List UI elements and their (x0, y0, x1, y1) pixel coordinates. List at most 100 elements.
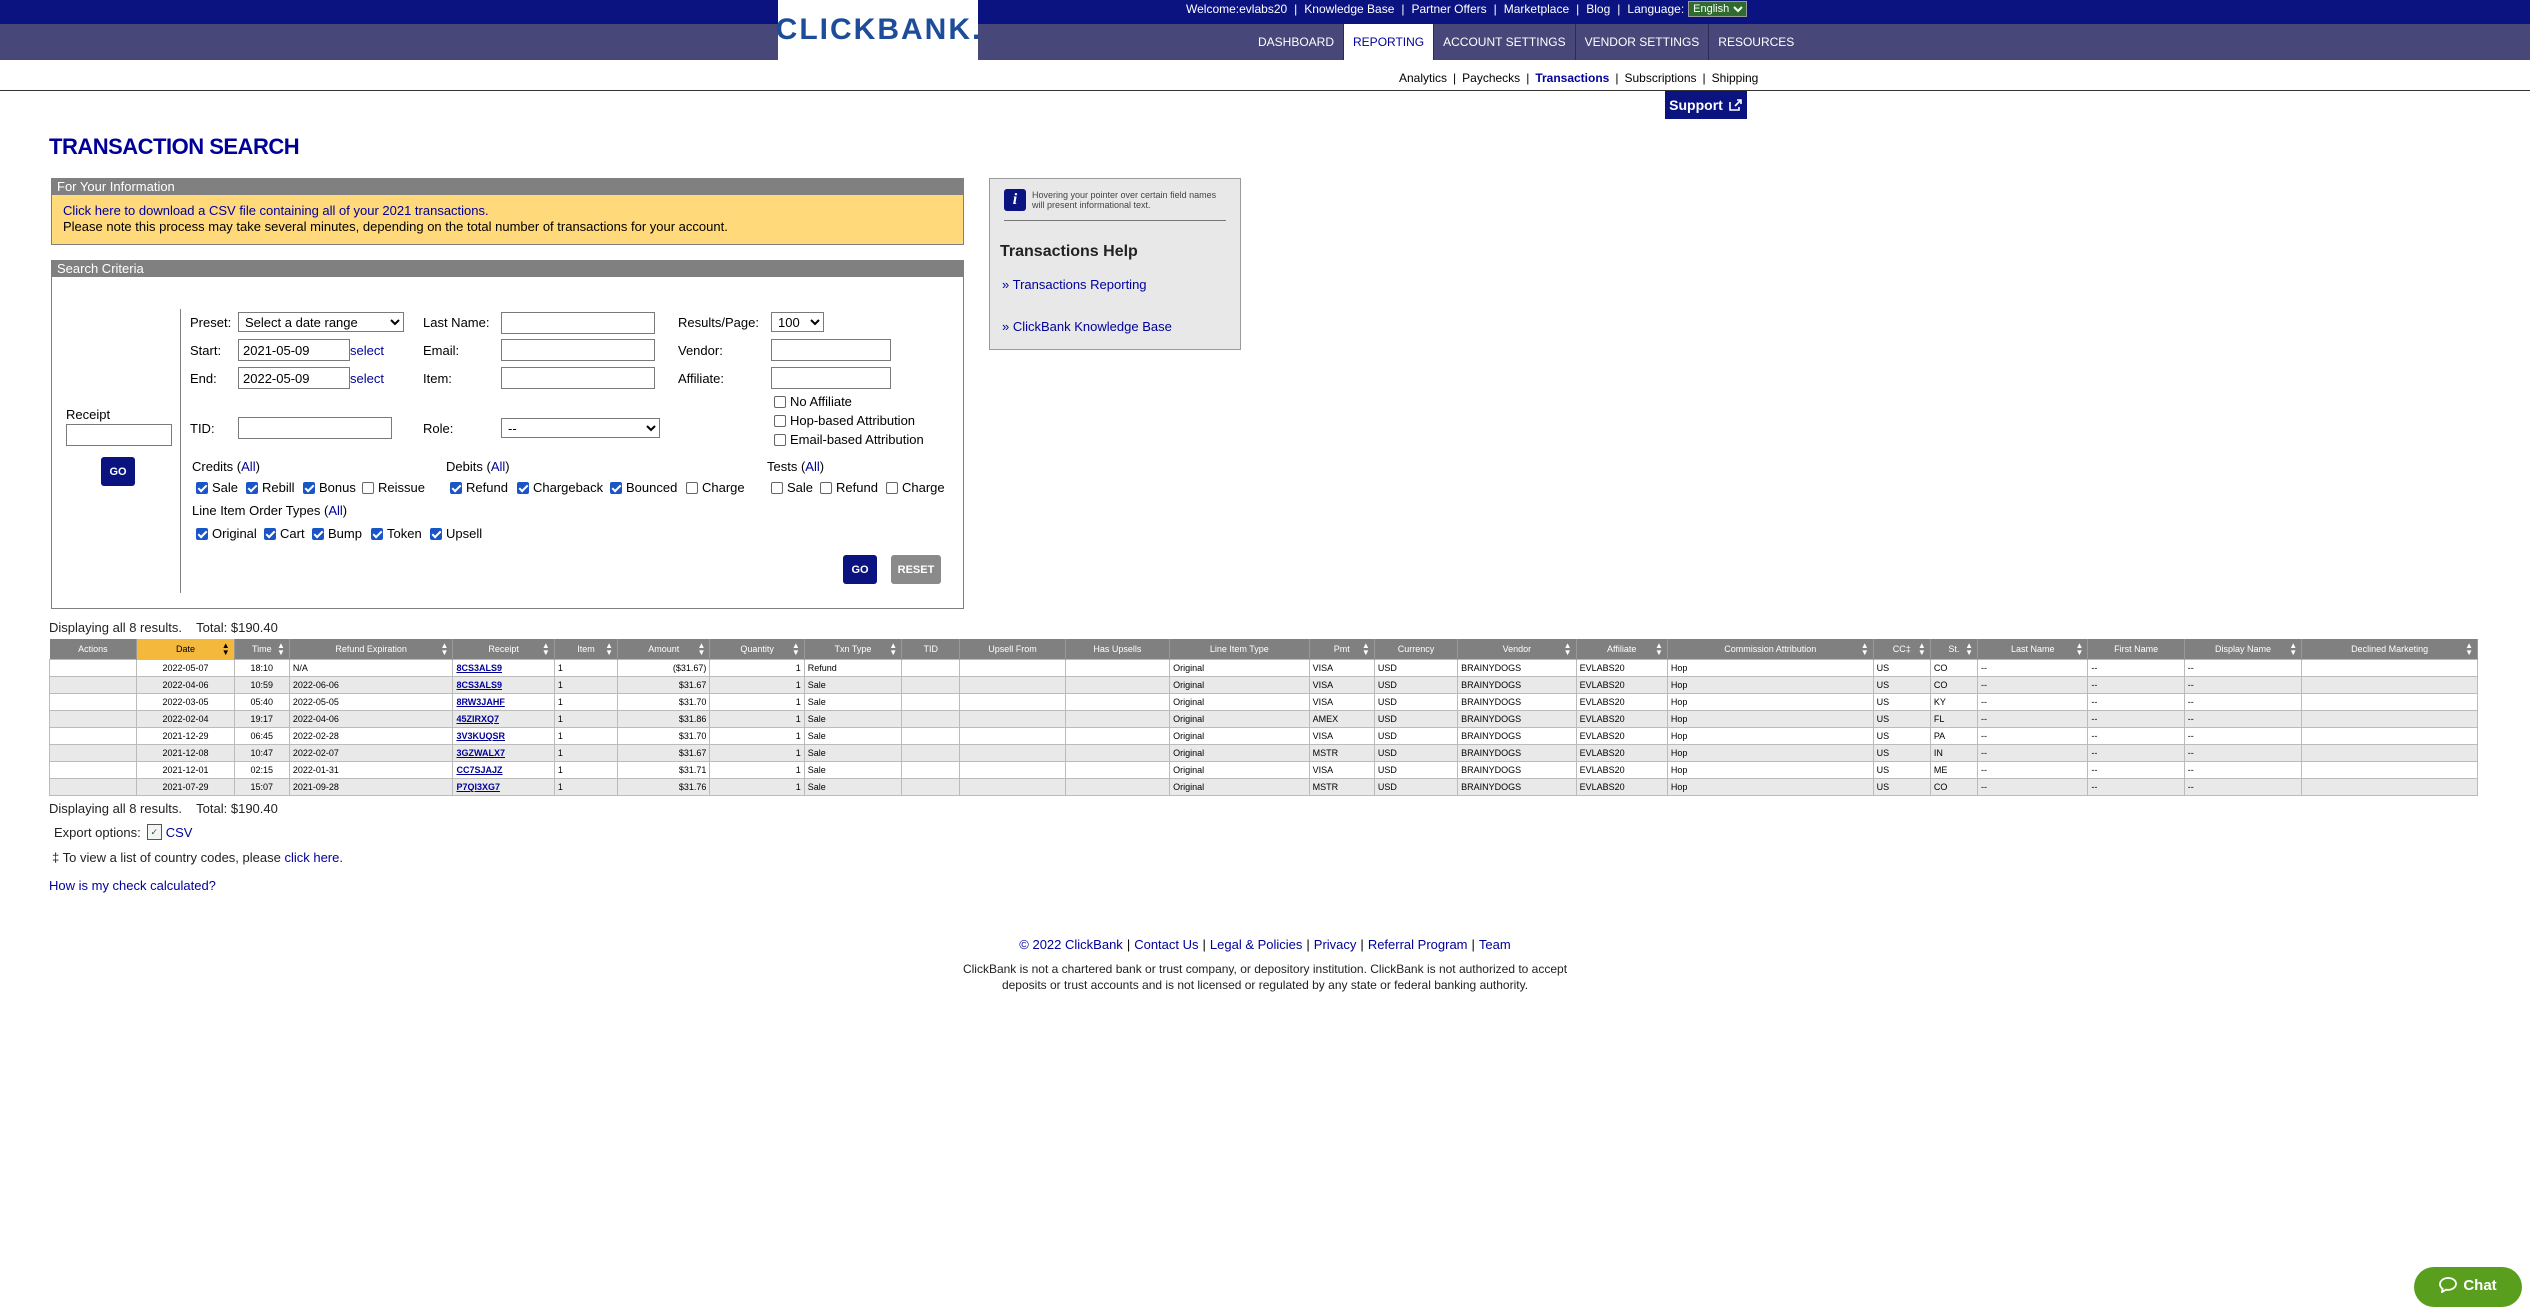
subnav-paychecks[interactable]: Paychecks (1462, 71, 1520, 85)
credit-bonus-checkbox[interactable]: Bonus (303, 480, 356, 495)
subnav-analytics[interactable]: Analytics (1399, 71, 1447, 85)
sort-arrows-icon[interactable]: ▲ ▼ (1362, 642, 1370, 657)
sort-arrows-icon[interactable]: ▲ ▼ (1918, 642, 1926, 657)
help-link-transactions-reporting-text[interactable]: Transactions Reporting (1013, 277, 1147, 292)
debit-refund-checkbox[interactable]: Refund (450, 480, 508, 495)
preset-select[interactable]: Select a date range (238, 312, 404, 332)
last-name-input[interactable] (501, 312, 655, 334)
subnav-transactions[interactable]: Transactions (1535, 71, 1609, 85)
spreadsheet-icon[interactable]: ✓ (146, 824, 162, 840)
column-header[interactable]: Display Name ▲ ▼ (2184, 639, 2303, 660)
chat-button[interactable]: Chat (2414, 1267, 2522, 1307)
sort-arrows-icon[interactable]: ▲ ▼ (441, 642, 449, 657)
column-header[interactable]: Commission Attribution ▲ ▼ (1667, 639, 1874, 660)
debit-bounced-checkbox[interactable]: Bounced (610, 480, 677, 495)
country-codes-link[interactable]: click here (284, 850, 339, 865)
email-attribution-checkbox[interactable]: Email-based Attribution (774, 432, 924, 447)
nav-vendor-settings[interactable]: VENDOR SETTINGS (1576, 24, 1710, 60)
receipt-input[interactable] (66, 424, 172, 446)
column-header[interactable]: Item ▲ ▼ (554, 639, 619, 660)
affiliate-input[interactable] (771, 367, 891, 389)
footer-privacy[interactable]: Privacy (1314, 937, 1357, 952)
column-header[interactable]: Receipt ▲ ▼ (452, 639, 555, 660)
debit-charge-checkbox[interactable]: Charge (686, 480, 745, 495)
sort-arrows-icon[interactable]: ▲ ▼ (697, 642, 705, 657)
tests-all-link[interactable]: All (805, 459, 819, 474)
line-token-checkbox[interactable]: Token (371, 526, 422, 541)
column-header[interactable]: Refund Expiration ▲ ▼ (289, 639, 454, 660)
debit-chargeback-checkbox[interactable]: Chargeback (517, 480, 603, 495)
column-header[interactable]: Txn Type ▲ ▼ (804, 639, 903, 660)
footer-copyright[interactable]: © 2022 ClickBank (1019, 937, 1123, 952)
column-header[interactable]: TID (901, 639, 961, 660)
column-header[interactable]: Declined Marketing ▲ ▼ (2301, 639, 2478, 660)
sort-arrows-icon[interactable]: ▲ ▼ (792, 642, 800, 657)
nav-dashboard[interactable]: DASHBOARD (1249, 24, 1345, 60)
sort-arrows-icon[interactable]: ▲ ▼ (222, 642, 230, 657)
test-sale-checkbox[interactable]: Sale (771, 480, 813, 495)
search-go-button[interactable]: GO (843, 555, 877, 584)
start-date-select-link[interactable]: select (350, 343, 384, 358)
line-original-checkbox[interactable]: Original (196, 526, 257, 541)
column-header[interactable]: Has Upsells (1065, 639, 1171, 660)
sort-arrows-icon[interactable]: ▲ ▼ (889, 642, 897, 657)
end-date-select-link[interactable]: select (350, 371, 384, 386)
email-input[interactable] (501, 339, 655, 361)
item-input[interactable] (501, 367, 655, 389)
column-header[interactable]: Quantity ▲ ▼ (709, 639, 805, 660)
help-link-transactions-reporting[interactable]: » Transactions Reporting (1002, 277, 1147, 292)
sort-arrows-icon[interactable]: ▲ ▼ (542, 642, 550, 657)
column-header[interactable]: St. ▲ ▼ (1930, 639, 1979, 660)
column-header[interactable]: CC‡ ▲ ▼ (1873, 639, 1931, 660)
hop-attribution-checkbox[interactable]: Hop-based Attribution (774, 413, 915, 428)
column-header[interactable]: Time ▲ ▼ (234, 639, 290, 660)
credit-rebill-checkbox[interactable]: Rebill (246, 480, 295, 495)
line-cart-checkbox[interactable]: Cart (264, 526, 305, 541)
receipt-link[interactable]: 8RW3JAHF (456, 697, 504, 707)
credits-all-link[interactable]: All (241, 459, 255, 474)
end-date-input[interactable] (238, 367, 350, 389)
export-csv-link[interactable]: CSV (166, 825, 193, 840)
subnav-subscriptions[interactable]: Subscriptions (1624, 71, 1696, 85)
column-header[interactable]: Upsell From (959, 639, 1066, 660)
receipt-link[interactable]: P7QI3XG7 (456, 782, 500, 792)
receipt-link[interactable]: 8CS3ALS9 (456, 663, 502, 673)
footer-referral[interactable]: Referral Program (1368, 937, 1468, 952)
receipt-link[interactable]: 3V3KUQSR (456, 731, 505, 741)
download-csv-link[interactable]: Click here to download a CSV file contai… (63, 203, 489, 218)
footer-contact[interactable]: Contact Us (1134, 937, 1198, 952)
credit-sale-checkbox[interactable]: Sale (196, 480, 238, 495)
column-header[interactable]: Last Name ▲ ▼ (1977, 639, 2089, 660)
sort-arrows-icon[interactable]: ▲ ▼ (2076, 642, 2084, 657)
language-select[interactable]: English (1688, 1, 1748, 17)
results-per-page-select[interactable]: 100 (771, 312, 824, 332)
footer-team[interactable]: Team (1479, 937, 1511, 952)
column-header[interactable]: Pmt ▲ ▼ (1309, 639, 1375, 660)
sort-arrows-icon[interactable]: ▲ ▼ (2465, 642, 2473, 657)
line-upsell-checkbox[interactable]: Upsell (430, 526, 482, 541)
sort-arrows-icon[interactable]: ▲ ▼ (1861, 642, 1869, 657)
knowledge-base-link[interactable]: Knowledge Base (1304, 2, 1394, 16)
subnav-shipping[interactable]: Shipping (1712, 71, 1759, 85)
vendor-input[interactable] (771, 339, 891, 361)
help-link-knowledge-base[interactable]: » ClickBank Knowledge Base (1002, 319, 1172, 334)
partner-offers-link[interactable]: Partner Offers (1412, 2, 1487, 16)
nav-account-settings[interactable]: ACCOUNT SETTINGS (1434, 24, 1576, 60)
support-button[interactable]: Support (1665, 91, 1747, 119)
blog-link[interactable]: Blog (1586, 2, 1610, 16)
receipt-link[interactable]: 3GZWALX7 (456, 748, 505, 758)
test-refund-checkbox[interactable]: Refund (820, 480, 878, 495)
line-item-all-link[interactable]: All (328, 503, 342, 518)
check-calculation-link[interactable]: How is my check calculated? (49, 878, 216, 893)
sort-arrows-icon[interactable]: ▲ ▼ (277, 642, 285, 657)
receipt-link[interactable]: 8CS3ALS9 (456, 680, 502, 690)
column-header[interactable]: Vendor ▲ ▼ (1457, 639, 1577, 660)
sort-arrows-icon[interactable]: ▲ ▼ (605, 642, 613, 657)
footer-legal[interactable]: Legal & Policies (1210, 937, 1303, 952)
column-header[interactable]: Date ▲ ▼ (136, 639, 235, 660)
sort-arrows-icon[interactable]: ▲ ▼ (1655, 642, 1663, 657)
debits-all-link[interactable]: All (491, 459, 505, 474)
help-link-knowledge-base-text[interactable]: ClickBank Knowledge Base (1013, 319, 1172, 334)
column-header[interactable]: Affiliate ▲ ▼ (1576, 639, 1668, 660)
receipt-link[interactable]: CC7SJAJZ (456, 765, 502, 775)
